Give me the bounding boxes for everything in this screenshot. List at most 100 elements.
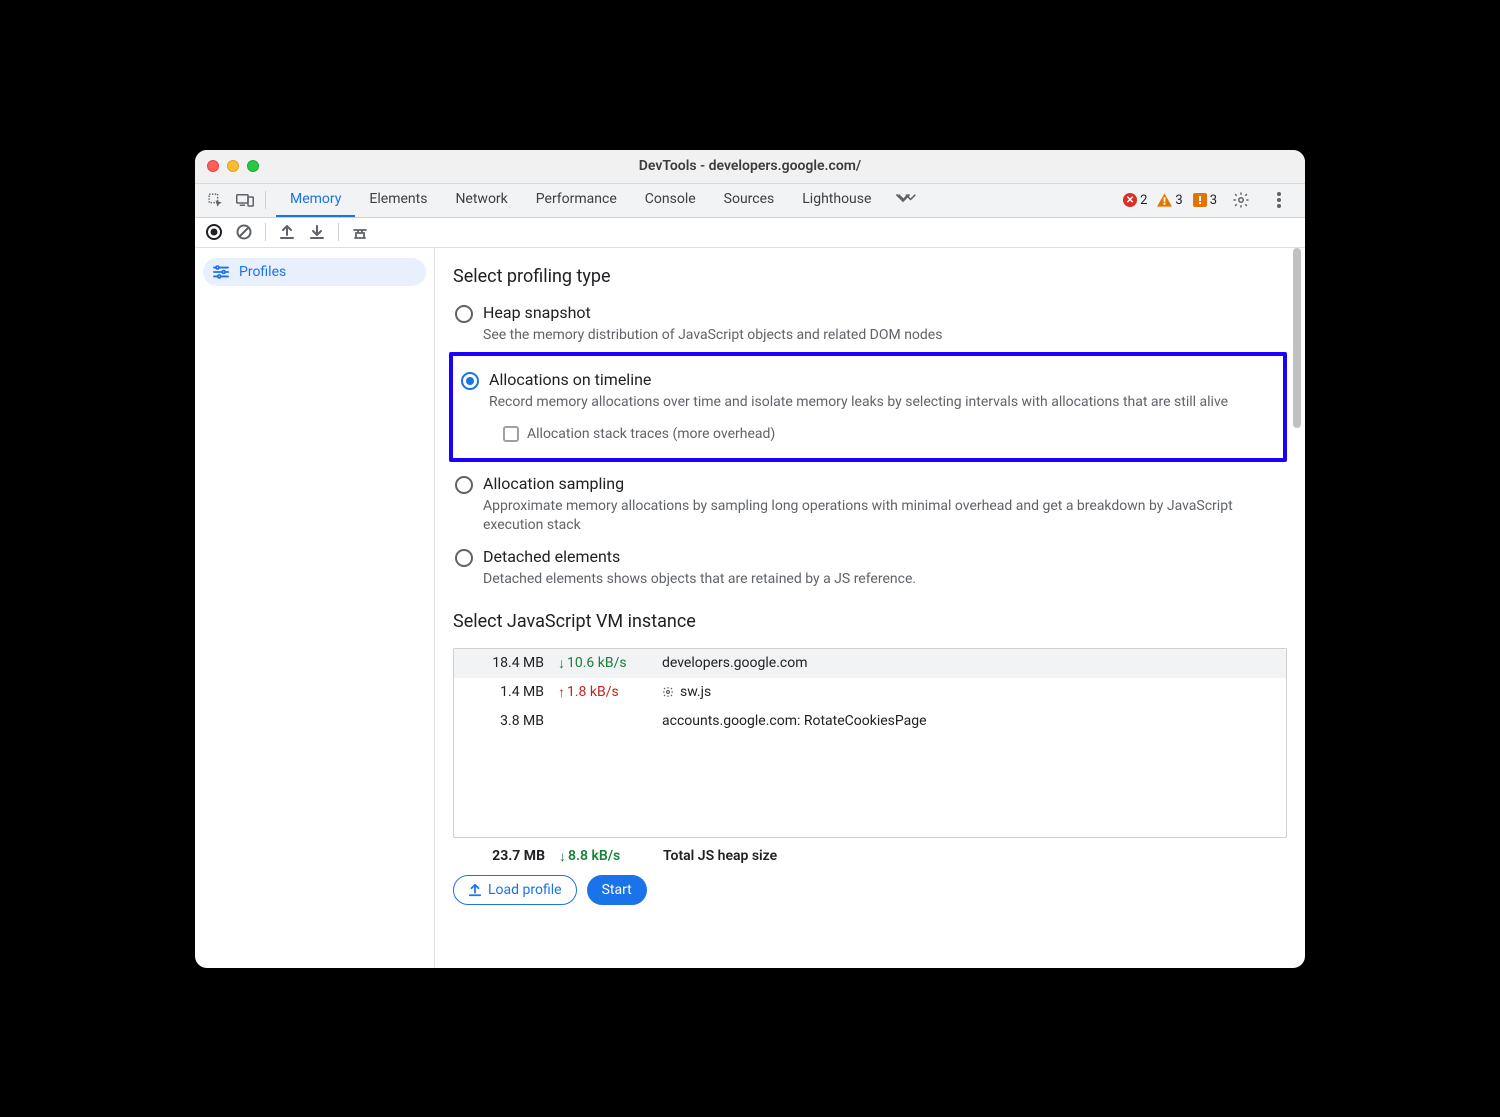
vm-rate: ↑1.8 kB/s (558, 684, 648, 701)
vm-instance-list: 18.4 MB ↓10.6 kB/s developers.google.com… (453, 648, 1287, 838)
option-heap-snapshot[interactable]: Heap snapshot See the memory distributio… (453, 297, 1287, 351)
sidebar-item-label: Profiles (239, 264, 286, 280)
vm-row[interactable]: 1.4 MB ↑1.8 kB/s sw.js (454, 678, 1286, 707)
warnings-badge[interactable]: 3 (1157, 193, 1182, 208)
tab-console[interactable]: Console (631, 184, 710, 217)
sidebar-item-profiles[interactable]: Profiles (203, 258, 426, 286)
issues-badge[interactable]: 3 (1193, 193, 1217, 208)
record-button[interactable] (201, 219, 227, 245)
vm-name: developers.google.com (662, 655, 1276, 671)
devtools-window: DevTools - developers.google.com/ Memory (195, 150, 1305, 968)
footer-buttons: Load profile Start (453, 875, 1287, 905)
vm-size: 3.8 MB (464, 713, 544, 729)
panel-tabstrip: Memory Elements Network Performance Cons… (195, 184, 1305, 218)
more-tabs-chevrons-icon[interactable] (893, 184, 921, 212)
option-desc: See the memory distribution of JavaScrip… (483, 326, 1285, 345)
main-pane: Select profiling type Heap snapshot See … (435, 248, 1305, 968)
start-label: Start (602, 882, 632, 898)
tab-label: Console (645, 191, 696, 207)
total-rate: ↓8.8 kB/s (559, 848, 649, 865)
vm-name-text: developers.google.com (662, 655, 807, 671)
option-title: Allocations on timeline (489, 370, 1275, 389)
device-toggle-icon[interactable] (231, 186, 259, 214)
collect-garbage-button[interactable] (347, 219, 373, 245)
vm-size: 18.4 MB (464, 655, 544, 671)
option-title: Heap snapshot (483, 303, 1285, 322)
total-rate-value: 8.8 kB/s (568, 848, 620, 864)
tab-label: Sources (724, 191, 775, 207)
option-body: Allocations on timeline Record memory al… (489, 370, 1275, 442)
option-body: Allocation sampling Approximate memory a… (483, 474, 1285, 535)
errors-count: 2 (1140, 193, 1147, 208)
option-body: Heap snapshot See the memory distributio… (483, 303, 1285, 345)
tab-network[interactable]: Network (441, 184, 521, 217)
tab-label: Memory (290, 191, 341, 207)
issue-icon (1193, 193, 1207, 207)
memory-panel-body: Profiles Select profiling type Heap snap… (195, 248, 1305, 968)
radio-detached-elements[interactable] (455, 549, 473, 567)
section-title-vm-instance: Select JavaScript VM instance (453, 611, 1287, 632)
start-button[interactable]: Start (587, 875, 647, 905)
separator (265, 191, 266, 209)
vm-row[interactable]: 18.4 MB ↓10.6 kB/s developers.google.com (454, 649, 1286, 678)
separator (265, 223, 266, 241)
vm-rate-value: 10.6 kB/s (567, 655, 627, 671)
radio-allocations-timeline[interactable] (461, 372, 479, 390)
arrow-up-icon: ↑ (558, 684, 565, 701)
total-size: 23.7 MB (465, 848, 545, 864)
tab-elements[interactable]: Elements (355, 184, 441, 217)
warning-icon (1157, 193, 1172, 207)
tab-label: Elements (369, 191, 427, 207)
tab-label: Performance (536, 191, 617, 207)
option-detached-elements[interactable]: Detached elements Detached elements show… (453, 541, 1287, 595)
titlebar: DevTools - developers.google.com/ (195, 150, 1305, 184)
scrollbar[interactable] (1291, 248, 1303, 968)
load-profile-label: Load profile (488, 882, 562, 898)
upload-icon (468, 883, 482, 897)
issues-count: 3 (1210, 193, 1217, 208)
panel-tabs: Memory Elements Network Performance Cons… (276, 184, 921, 217)
error-icon: ✕ (1123, 193, 1137, 207)
option-title: Detached elements (483, 547, 1285, 566)
filter-icon (213, 265, 229, 279)
load-profile-button[interactable]: Load profile (453, 875, 577, 905)
kebab-menu-icon[interactable] (1265, 186, 1293, 214)
vm-row[interactable]: 3.8 MB accounts.google.com: RotateCookie… (454, 707, 1286, 735)
option-title: Allocation sampling (483, 474, 1285, 493)
vm-rate-value: 1.8 kB/s (567, 684, 619, 700)
option-desc: Detached elements shows objects that are… (483, 570, 1285, 589)
option-allocation-sampling[interactable]: Allocation sampling Approximate memory a… (453, 468, 1287, 541)
window-title: DevTools - developers.google.com/ (195, 158, 1305, 174)
import-button[interactable] (304, 219, 330, 245)
checkbox-stack-traces[interactable] (503, 426, 519, 442)
tab-performance[interactable]: Performance (522, 184, 631, 217)
settings-icon[interactable] (1227, 186, 1255, 214)
export-button[interactable] (274, 219, 300, 245)
total-heap-row: 23.7 MB ↓8.8 kB/s Total JS heap size (453, 838, 1287, 865)
option-allocations-timeline[interactable]: Allocations on timeline Record memory al… (459, 364, 1277, 448)
tab-label: Lighthouse (802, 191, 871, 207)
errors-badge[interactable]: ✕ 2 (1123, 193, 1147, 208)
service-worker-gear-icon (662, 686, 674, 698)
highlight-allocations-timeline: Allocations on timeline Record memory al… (449, 352, 1287, 462)
inspect-icon[interactable] (201, 186, 229, 214)
radio-heap-snapshot[interactable] (455, 305, 473, 323)
sub-option-stack-traces[interactable]: Allocation stack traces (more overhead) (503, 426, 1275, 442)
clear-button[interactable] (231, 219, 257, 245)
tab-memory[interactable]: Memory (276, 184, 355, 217)
tab-lighthouse[interactable]: Lighthouse (788, 184, 885, 217)
separator (338, 223, 339, 241)
radio-allocation-sampling[interactable] (455, 476, 473, 494)
section-title-profiling-type: Select profiling type (453, 266, 1287, 287)
scrollbar-thumb[interactable] (1293, 248, 1301, 428)
option-body: Detached elements Detached elements show… (483, 547, 1285, 589)
tab-label: Network (455, 191, 507, 207)
option-desc: Record memory allocations over time and … (489, 393, 1275, 412)
vm-name-text: accounts.google.com: RotateCookiesPage (662, 713, 927, 729)
tab-sources[interactable]: Sources (710, 184, 789, 217)
vm-name: accounts.google.com: RotateCookiesPage (662, 713, 1276, 729)
sidebar: Profiles (195, 248, 435, 968)
checkbox-label: Allocation stack traces (more overhead) (527, 426, 775, 442)
arrow-down-icon: ↓ (558, 655, 565, 672)
vm-rate: ↓10.6 kB/s (558, 655, 648, 672)
